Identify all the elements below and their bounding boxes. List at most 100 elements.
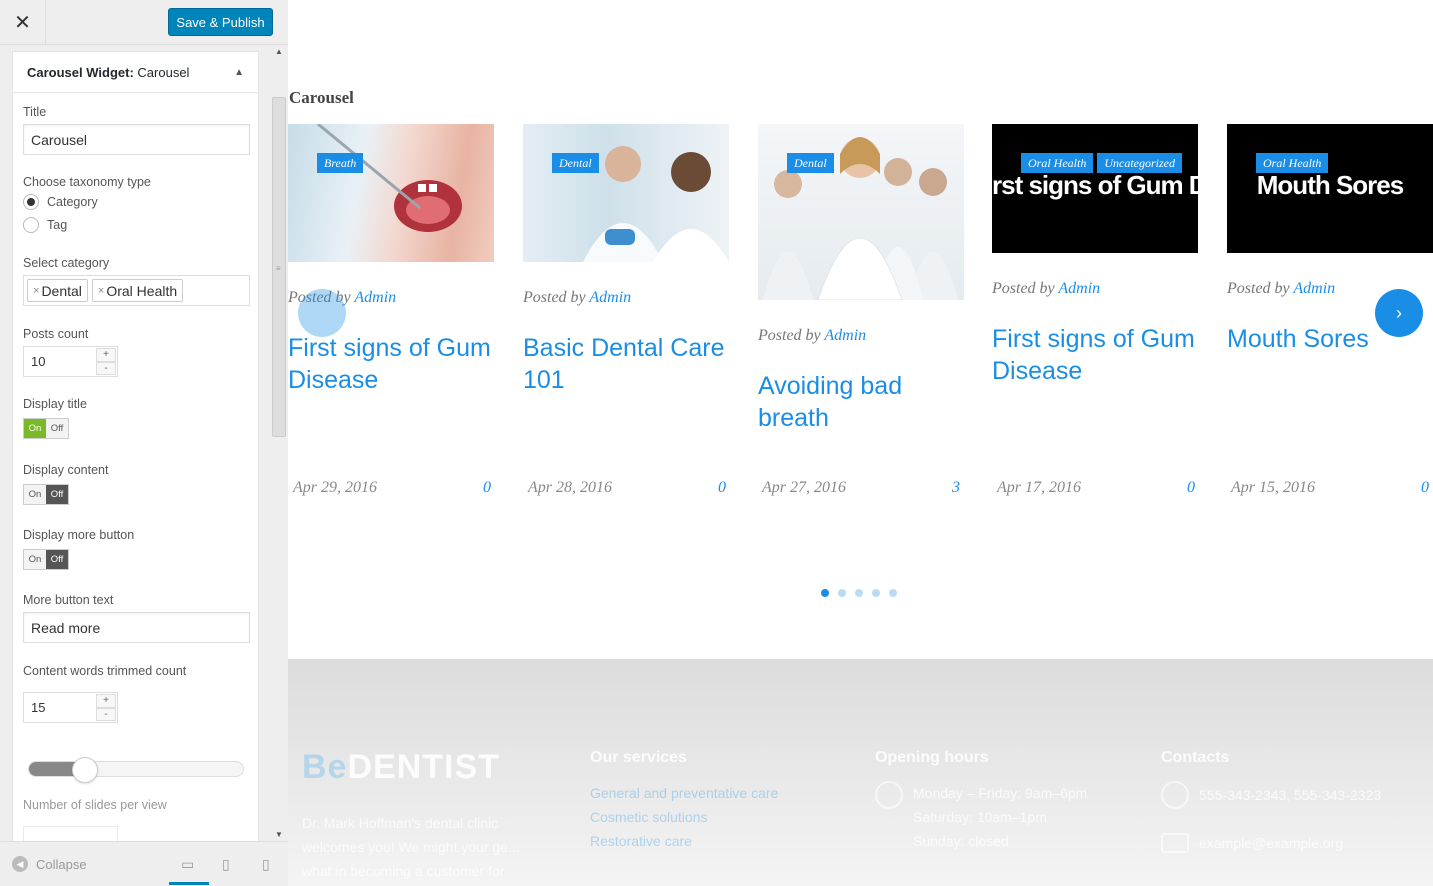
radio-category-button[interactable]	[23, 194, 39, 210]
carousel-card[interactable]: rst signs of Gum Diseas Oral Health Unca…	[992, 124, 1198, 387]
trim-count-stepper[interactable]: + -	[96, 694, 116, 721]
slides-per-view-input[interactable]	[23, 826, 118, 841]
service-link[interactable]: Restorative care	[590, 829, 830, 853]
post-thumbnail[interactable]: Dental	[523, 124, 729, 262]
carousel-card[interactable]: Breath Posted by Admin First signs of Gu…	[288, 124, 494, 396]
trim-count-input[interactable]: 15 + -	[23, 692, 118, 723]
panel-scroll-area[interactable]: Carousel Widget: Carousel ▲ Title Carous…	[0, 45, 288, 841]
radio-category[interactable]: Category	[23, 194, 98, 210]
author-link[interactable]: Admin	[824, 327, 866, 344]
toggle-on: On	[24, 485, 46, 504]
post-title[interactable]: First signs of Gum Disease	[992, 323, 1198, 387]
footer-contacts: Contacts 555-343-2343, 555-343-2323 exam…	[1161, 749, 1421, 855]
author-link[interactable]: Admin	[1293, 280, 1335, 297]
tag-badge[interactable]: Uncategorized	[1097, 153, 1182, 173]
scroll-up-icon[interactable]: ▲	[275, 47, 283, 56]
tag-badge[interactable]: Breath	[317, 153, 364, 173]
desktop-preview-icon[interactable]: ▭	[181, 856, 194, 873]
carousel-dot[interactable]	[821, 589, 829, 597]
service-link[interactable]: General and preventative care	[590, 781, 830, 805]
posts-count-input[interactable]: 10 + -	[23, 346, 118, 377]
mobile-preview-icon[interactable]: ▯	[262, 856, 270, 873]
remove-icon[interactable]: ×	[98, 285, 104, 297]
collapse-icon: ◀	[12, 856, 28, 872]
title-label: Title	[23, 105, 47, 119]
author-link[interactable]: Admin	[354, 289, 396, 306]
panel-header: ✕ Save & Publish	[0, 0, 288, 45]
slides-per-view-label: Number of slides per view	[23, 798, 167, 812]
remove-icon[interactable]: ×	[33, 285, 39, 297]
plus-icon[interactable]: +	[96, 694, 116, 708]
posts-count-stepper[interactable]: + -	[96, 348, 116, 375]
post-title[interactable]: Avoiding bad breath	[758, 370, 964, 434]
collapse-button[interactable]: ◀ Collapse	[12, 856, 87, 872]
carousel-dot[interactable]	[838, 589, 846, 597]
tag-badge[interactable]: Dental	[787, 153, 834, 173]
carousel-card[interactable]: Dental Posted by Admin Basic Dental Care…	[523, 124, 729, 396]
comment-count[interactable]: 0	[1187, 479, 1195, 497]
carousel-dot[interactable]	[855, 589, 863, 597]
post-thumbnail[interactable]: Mouth Sores Oral Health	[1227, 124, 1433, 253]
trim-count-label: Content words trimmed count	[23, 664, 187, 678]
posted-by-label: Posted by	[523, 289, 586, 306]
phone-icon	[1161, 781, 1189, 809]
clock-icon	[875, 781, 903, 809]
collapse-arrow-icon[interactable]: ▲	[234, 67, 244, 78]
display-title-toggle[interactable]: On Off	[23, 418, 69, 439]
comment-count[interactable]: 0	[1421, 479, 1429, 497]
tag-badge[interactable]: Oral Health	[1256, 153, 1329, 173]
category-select[interactable]: × Dental × Oral Health	[23, 275, 250, 306]
category-chip-oral-health[interactable]: × Oral Health	[91, 279, 184, 302]
email-address[interactable]: example@example.org	[1199, 831, 1343, 855]
carousel-section-title: Carousel	[289, 88, 354, 107]
scroll-down-icon[interactable]: ▼	[275, 830, 283, 839]
display-more-toggle[interactable]: On Off	[23, 549, 69, 570]
author-link[interactable]: Admin	[1058, 280, 1100, 297]
service-link[interactable]: Cosmetic solutions	[590, 805, 830, 829]
author-link[interactable]: Admin	[589, 289, 631, 306]
carousel-widget: Carousel Widget: Carousel ▲ Title Carous…	[12, 51, 259, 841]
post-date: Apr 29, 2016	[293, 479, 377, 496]
tag-badge[interactable]: Dental	[552, 153, 599, 173]
minus-icon[interactable]: -	[96, 361, 116, 375]
more-text-input[interactable]: Read more	[23, 612, 250, 643]
post-thumbnail[interactable]: rst signs of Gum Diseas Oral Health Unca…	[992, 124, 1198, 253]
radio-tag[interactable]: Tag	[23, 217, 67, 233]
phone-number[interactable]: 555-343-2343, 555-343-2323	[1199, 783, 1381, 807]
carousel-prev-button[interactable]	[298, 289, 346, 337]
save-publish-button[interactable]: Save & Publish	[168, 8, 273, 36]
slides-slider[interactable]	[28, 757, 244, 783]
slider-handle[interactable]	[71, 757, 98, 783]
site-logo[interactable]: BeDENTIST	[302, 748, 500, 787]
carousel-next-button[interactable]: ›	[1375, 289, 1423, 337]
post-title[interactable]: Basic Dental Care 101	[523, 332, 729, 396]
category-chip-dental[interactable]: × Dental	[27, 279, 88, 302]
card-meta: Apr 29, 2016 0	[293, 479, 491, 497]
card-meta: Apr 15, 2016 0	[1231, 479, 1429, 497]
hours-line: Sunday: closed	[913, 833, 1009, 849]
post-title[interactable]: First signs of Gum Disease	[288, 332, 494, 396]
posted-by: Posted by Admin	[758, 327, 964, 345]
scrollbar-thumb[interactable]: ≡	[272, 97, 286, 437]
carousel-dot[interactable]	[872, 589, 880, 597]
widget-header[interactable]: Carousel Widget: Carousel ▲	[13, 52, 258, 93]
plus-icon[interactable]: +	[96, 348, 116, 362]
tablet-preview-icon[interactable]: ▯	[222, 856, 230, 873]
comment-count[interactable]: 0	[718, 479, 726, 497]
tag-badge[interactable]: Oral Health	[1021, 153, 1094, 173]
radio-tag-button[interactable]	[23, 217, 39, 233]
title-input[interactable]: Carousel	[23, 124, 250, 155]
carousel-dot[interactable]	[889, 589, 897, 597]
carousel-card[interactable]: Dental Posted by Admin Avoiding bad brea…	[758, 124, 964, 434]
display-content-toggle[interactable]: On Off	[23, 484, 69, 505]
panel-scrollbar[interactable]: ▲ ≡ ▼	[271, 45, 288, 841]
post-thumbnail[interactable]: Breath	[288, 124, 494, 262]
comment-count[interactable]: 3	[952, 479, 960, 497]
radio-tag-label: Tag	[47, 218, 68, 232]
medical-team-photo	[763, 137, 958, 300]
minus-icon[interactable]: -	[96, 707, 116, 721]
post-thumbnail[interactable]: Dental	[758, 124, 964, 300]
display-more-label: Display more button	[23, 528, 135, 542]
close-customizer-button[interactable]: ✕	[0, 0, 46, 45]
comment-count[interactable]: 0	[483, 479, 491, 497]
